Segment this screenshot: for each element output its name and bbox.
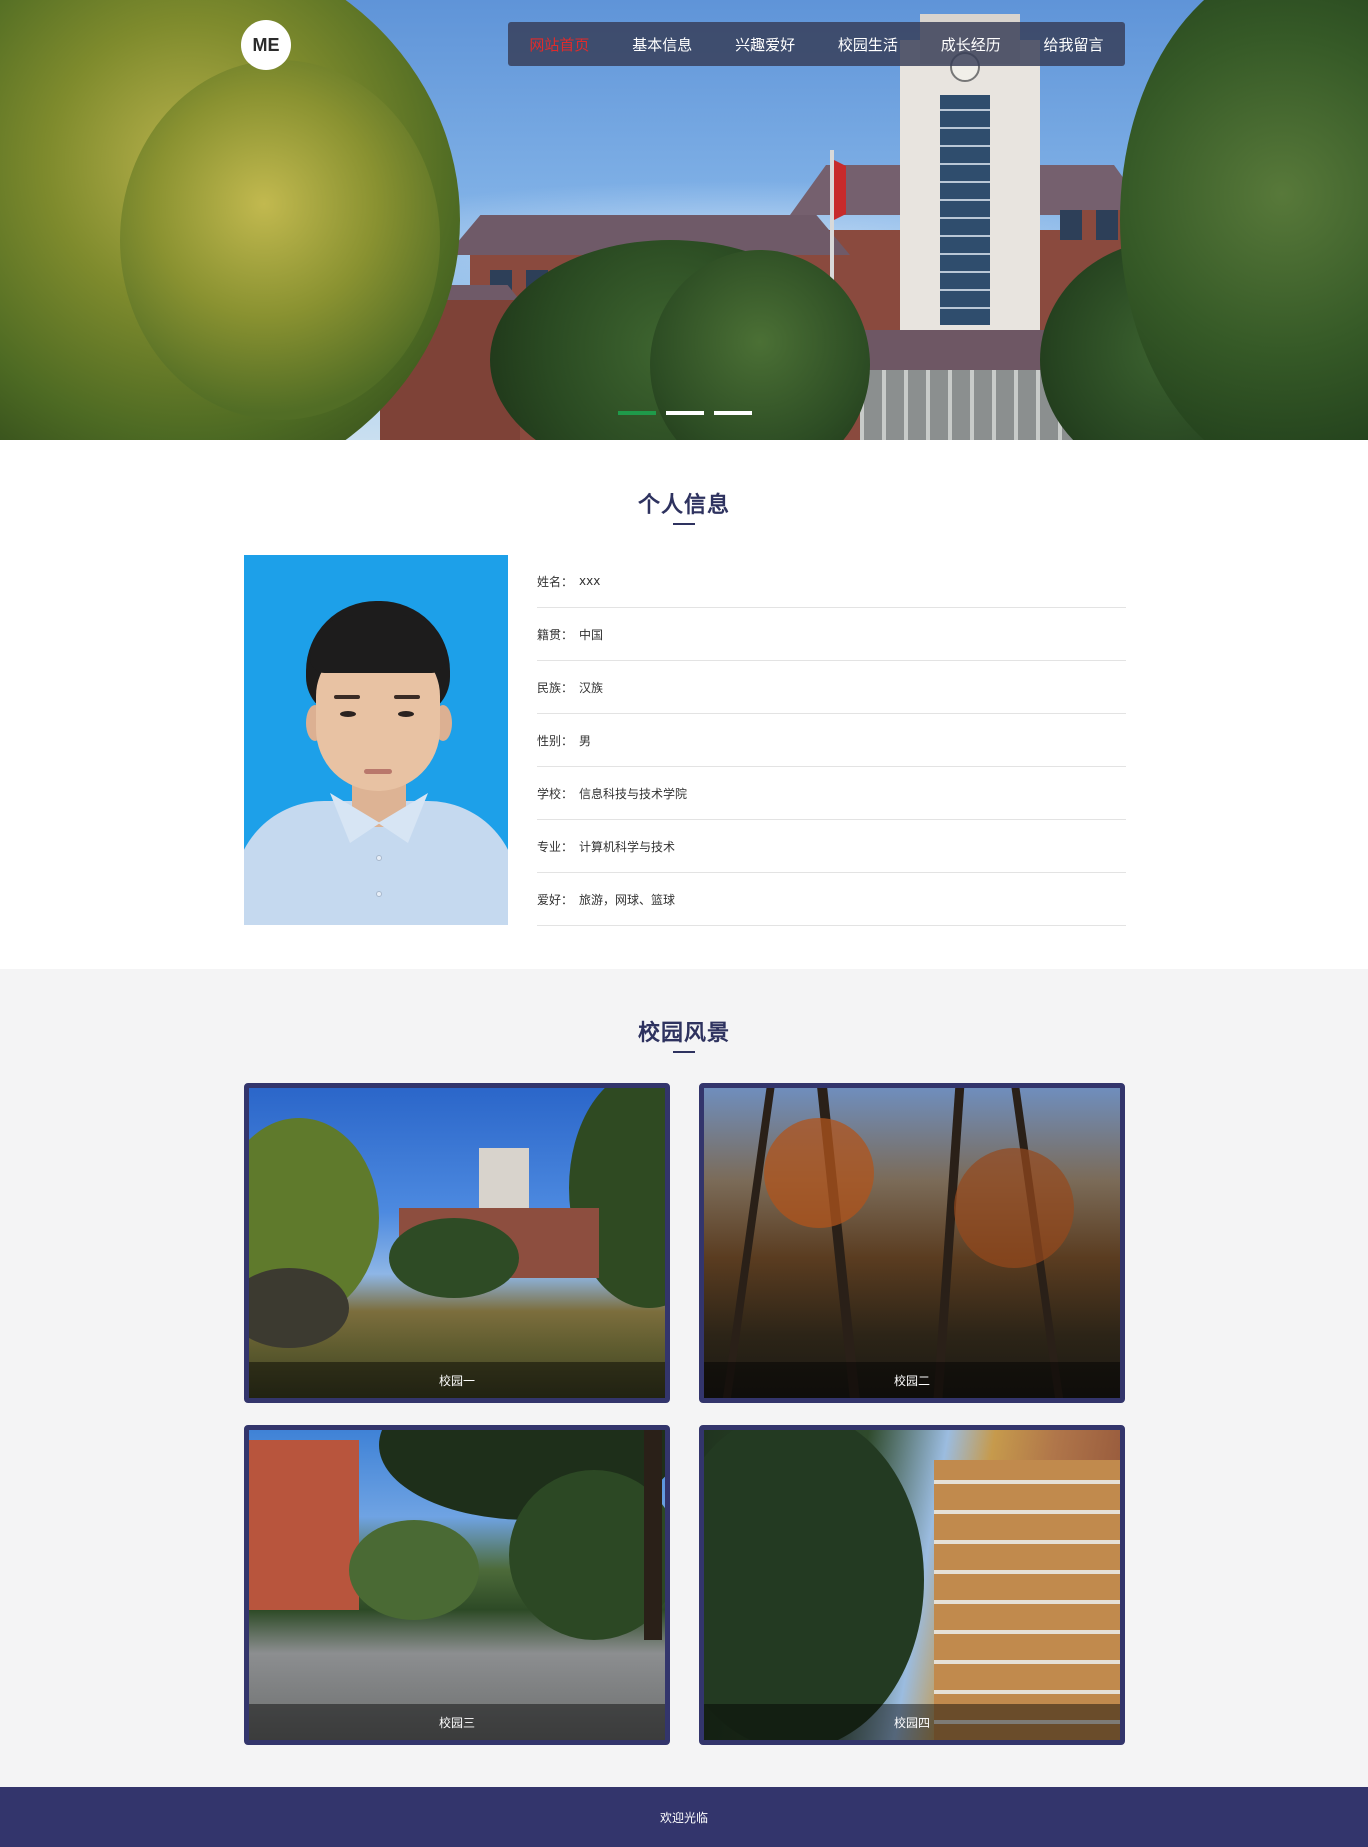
foliage bbox=[954, 1148, 1074, 1268]
nav-item-message[interactable]: 给我留言 bbox=[1044, 34, 1104, 55]
scenery-card[interactable]: 校园一 bbox=[244, 1083, 670, 1403]
carousel-dot[interactable] bbox=[666, 411, 704, 415]
tree bbox=[1120, 0, 1368, 440]
photo-eye bbox=[398, 711, 414, 717]
building bbox=[934, 1460, 1120, 1740]
foliage bbox=[764, 1118, 874, 1228]
info-row-gender: 性别： 男 bbox=[537, 714, 1126, 767]
scenery-card[interactable]: 校园四 bbox=[699, 1425, 1125, 1745]
info-label: 专业： bbox=[537, 839, 574, 854]
photo-brow bbox=[334, 695, 360, 699]
info-value: 汉族 bbox=[579, 680, 604, 695]
nav-item-basic-info[interactable]: 基本信息 bbox=[632, 34, 692, 55]
footer-text: 欢迎光临 bbox=[659, 1810, 708, 1825]
tree bbox=[704, 1430, 924, 1740]
info-value: 信息科技与技术学院 bbox=[579, 786, 688, 801]
photo-brow bbox=[394, 695, 420, 699]
info-value: 旅游，网球、篮球 bbox=[579, 892, 676, 907]
nav-item-hobbies[interactable]: 兴趣爱好 bbox=[735, 34, 795, 55]
nav-item-home[interactable]: 网站首页 bbox=[529, 34, 589, 55]
info-label: 姓名： bbox=[537, 574, 574, 589]
info-row-major: 专业： 计算机科学与技术 bbox=[537, 820, 1126, 873]
rock bbox=[249, 1268, 349, 1348]
info-label: 学校： bbox=[537, 786, 574, 801]
photo-fringe bbox=[310, 615, 446, 673]
title-underline bbox=[673, 523, 695, 525]
tree-trunk bbox=[721, 1088, 775, 1398]
carousel-dot[interactable] bbox=[618, 411, 656, 415]
tree bbox=[389, 1218, 519, 1298]
main-nav: 网站首页 基本信息 兴趣爱好 校园生活 成长经历 给我留言 bbox=[508, 22, 1125, 66]
info-row-name: 姓名： xxx bbox=[537, 555, 1126, 608]
building bbox=[249, 1440, 359, 1610]
nav-item-growth[interactable]: 成长经历 bbox=[941, 34, 1001, 55]
carousel-dot[interactable] bbox=[714, 411, 752, 415]
scenery-image bbox=[249, 1088, 665, 1398]
scenery-image bbox=[704, 1430, 1120, 1740]
info-label: 性别： bbox=[537, 733, 574, 748]
tree bbox=[349, 1520, 479, 1620]
scenery-image bbox=[704, 1088, 1120, 1398]
card-caption: 校园二 bbox=[704, 1362, 1120, 1398]
flag-icon bbox=[834, 160, 846, 220]
card-caption: 校园四 bbox=[704, 1704, 1120, 1740]
info-row-hobbies: 爱好： 旅游，网球、篮球 bbox=[537, 873, 1126, 926]
card-caption: 校园一 bbox=[249, 1362, 665, 1398]
site-logo[interactable]: ME bbox=[241, 20, 291, 70]
scenery-card[interactable]: 校园三 bbox=[244, 1425, 670, 1745]
section-title-profile: 个人信息 bbox=[637, 493, 730, 518]
title-underline bbox=[673, 1051, 695, 1053]
tree-trunk bbox=[932, 1088, 965, 1398]
info-label: 籍贯： bbox=[537, 627, 574, 642]
info-row-school: 学校： 信息科技与技术学院 bbox=[537, 767, 1126, 820]
nav-item-campus-life[interactable]: 校园生活 bbox=[838, 34, 898, 55]
photo-button bbox=[376, 891, 382, 897]
photo-eye bbox=[340, 711, 356, 717]
profile-photo bbox=[244, 555, 508, 925]
carousel-indicators bbox=[618, 411, 752, 415]
info-value: 中国 bbox=[579, 627, 604, 642]
photo-mouth bbox=[364, 769, 392, 774]
hero-banner: ME 网站首页 基本信息 兴趣爱好 校园生活 成长经历 给我留言 bbox=[0, 0, 1368, 440]
scenery-image bbox=[249, 1430, 665, 1740]
info-value: 计算机科学与技术 bbox=[579, 839, 676, 854]
profile-info-list: 姓名： xxx 籍贯： 中国 民族： 汉族 性别： 男 学校： 信息科技与技术学… bbox=[537, 555, 1126, 926]
scenery-card[interactable]: 校园二 bbox=[699, 1083, 1125, 1403]
tower-windows bbox=[940, 95, 990, 325]
scenery-section bbox=[0, 969, 1368, 1787]
footer: 欢迎光临 bbox=[0, 1787, 1368, 1847]
info-value: xxx bbox=[579, 574, 601, 588]
info-row-ethnicity: 民族： 汉族 bbox=[537, 661, 1126, 714]
tree bbox=[120, 60, 440, 420]
info-row-hometown: 籍贯： 中国 bbox=[537, 608, 1126, 661]
info-label: 民族： bbox=[537, 680, 574, 695]
info-value: 男 bbox=[579, 733, 592, 748]
photo-button bbox=[376, 855, 382, 861]
tree-trunk bbox=[644, 1430, 662, 1640]
info-label: 爱好： bbox=[537, 892, 574, 907]
section-title-scenery: 校园风景 bbox=[637, 1021, 730, 1046]
card-caption: 校园三 bbox=[249, 1704, 665, 1740]
